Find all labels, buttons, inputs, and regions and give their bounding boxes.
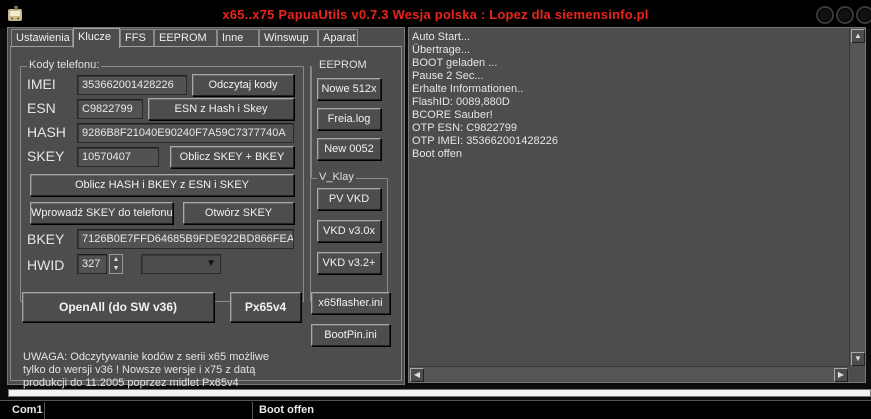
- tab-inne[interactable]: Inne: [217, 29, 259, 47]
- imei-label: IMEI: [27, 76, 56, 92]
- eeprom-group: EEPROM: [310, 59, 369, 178]
- scroll-down-icon[interactable]: ▼: [851, 352, 865, 366]
- log-line: Erhalte Informationen..: [412, 83, 524, 95]
- status-bar: Com1 Boot offen: [0, 400, 871, 419]
- hwid-label: HWID: [27, 257, 65, 273]
- hash-label: HASH: [27, 124, 66, 140]
- hwid-combo[interactable]: ▼: [141, 254, 221, 274]
- esn-field[interactable]: C9822799: [77, 99, 143, 119]
- bkey-field[interactable]: 7126B0E7FFD64685B9FDE922BD866FEA: [77, 229, 294, 249]
- read-codes-button[interactable]: Odczytaj kody: [192, 74, 294, 96]
- tab-winswup[interactable]: Winswup: [259, 29, 318, 47]
- tab-ffs[interactable]: FFS: [120, 29, 154, 47]
- status-message: Boot offen: [252, 402, 871, 419]
- log-line: OTP IMEI: 353662001428226: [412, 135, 558, 147]
- hwid-field[interactable]: 327: [77, 254, 107, 274]
- calc-hash-bkey-button[interactable]: Oblicz HASH i BKEY z ESN i SKEY: [30, 174, 294, 196]
- status-middle: [44, 402, 252, 419]
- log-line: Boot offen: [412, 148, 462, 160]
- log-line: BCORE Sauber!: [412, 109, 493, 121]
- minimize-button[interactable]: [816, 6, 834, 24]
- scroll-left-icon[interactable]: ◀: [410, 368, 424, 382]
- new0052-button[interactable]: New 0052: [317, 138, 381, 160]
- hash-field[interactable]: 9286B8F21040E90240F7A59C7377740A: [77, 123, 294, 143]
- eeprom-group-label: EEPROM: [317, 59, 369, 71]
- tab-ustawienia[interactable]: Ustawienia: [11, 29, 73, 47]
- main-window: x65..x75 PapuaUtils v0.7.3 Wesja polska …: [0, 0, 871, 419]
- scroll-corner: [849, 366, 865, 382]
- spin-down-icon[interactable]: ▼: [110, 264, 122, 273]
- imei-field[interactable]: 353662001428226: [77, 75, 187, 95]
- pv-vkd-button[interactable]: PV VKD: [317, 188, 381, 210]
- log-output[interactable]: Auto Start... Übertrage... BOOT geladen …: [408, 27, 866, 383]
- esn-from-hash-button[interactable]: ESN z Hash i Skey: [148, 98, 294, 120]
- tab-klucze[interactable]: Klucze: [73, 28, 120, 48]
- skey-label: SKEY: [27, 148, 65, 164]
- progress-fill: [9, 390, 870, 396]
- bootpin-ini-button[interactable]: BootPin.ini: [311, 324, 390, 346]
- open-skey-button[interactable]: Otwórz SKEY: [183, 202, 294, 224]
- close-button[interactable]: [856, 6, 871, 24]
- x65flasher-ini-button[interactable]: x65flasher.ini: [311, 292, 390, 314]
- write-skey-button[interactable]: Wprowadź SKEY do telefonu: [30, 202, 173, 224]
- title-bar: x65..x75 PapuaUtils v0.7.3 Wesja polska …: [0, 0, 871, 28]
- scroll-right-icon[interactable]: ▶: [834, 368, 848, 382]
- vkd-v30-button[interactable]: VKD v3.0x: [317, 220, 381, 242]
- px65v4-button[interactable]: Px65v4: [230, 292, 301, 322]
- log-line: Pause 2 Sec...: [412, 70, 484, 82]
- progress-bar: [8, 389, 871, 397]
- note-line: tylko do wersji v36 ! Nowsze wersje i x7…: [23, 364, 256, 376]
- freia-log-button[interactable]: Freia.log: [317, 108, 381, 130]
- window-title: x65..x75 PapuaUtils v0.7.3 Wesja polska …: [222, 7, 649, 22]
- log-text: Auto Start... Übertrage... BOOT geladen …: [412, 31, 558, 161]
- left-pane: Ustawienia Klucze FFS EEPROM Inne Winswu…: [7, 27, 405, 389]
- openall-button[interactable]: OpenAll (do SW v36): [22, 292, 214, 322]
- klucze-panel: Kody telefonu: IMEI 353662001428226 Odcz…: [10, 47, 402, 389]
- log-line: BOOT geladen ...: [412, 57, 498, 69]
- hwid-spinner[interactable]: ▲ ▼: [109, 254, 123, 274]
- vertical-scrollbar[interactable]: ▲ ▼: [849, 28, 865, 367]
- scroll-up-icon[interactable]: ▲: [851, 29, 865, 43]
- esn-label: ESN: [27, 100, 56, 116]
- chevron-down-icon[interactable]: ▼: [206, 258, 216, 269]
- bkey-label: BKEY: [27, 231, 65, 247]
- calc-skey-bkey-button[interactable]: Oblicz SKEY + BKEY: [170, 146, 294, 168]
- tab-aparat[interactable]: Aparat: [318, 29, 358, 47]
- log-line: FlashID: 0089,880D: [412, 96, 510, 108]
- spin-up-icon[interactable]: ▲: [110, 255, 122, 264]
- maximize-button[interactable]: [836, 6, 854, 24]
- log-line: OTP ESN: C9822799: [412, 122, 517, 134]
- vklay-group-label: V_Klay: [317, 171, 356, 183]
- skey-field[interactable]: 10570407: [77, 147, 159, 167]
- tab-eeprom[interactable]: EEPROM: [154, 29, 217, 47]
- log-line: Übertrage...: [412, 44, 471, 56]
- new512-button[interactable]: Nowe 512x: [317, 78, 381, 100]
- codes-group-label: Kody telefonu:: [27, 59, 102, 71]
- log-line: Auto Start...: [412, 31, 471, 43]
- note-line: UWAGA: Odczytywanie kodów z serii x65 mo…: [23, 351, 269, 363]
- status-port: Com1: [12, 404, 43, 416]
- vkd-v32-button[interactable]: VKD v3.2+: [317, 252, 381, 274]
- horizontal-scrollbar[interactable]: ◀ ▶: [409, 366, 849, 382]
- warning-note: UWAGA: Odczytywanie kodów z serii x65 mo…: [23, 351, 285, 390]
